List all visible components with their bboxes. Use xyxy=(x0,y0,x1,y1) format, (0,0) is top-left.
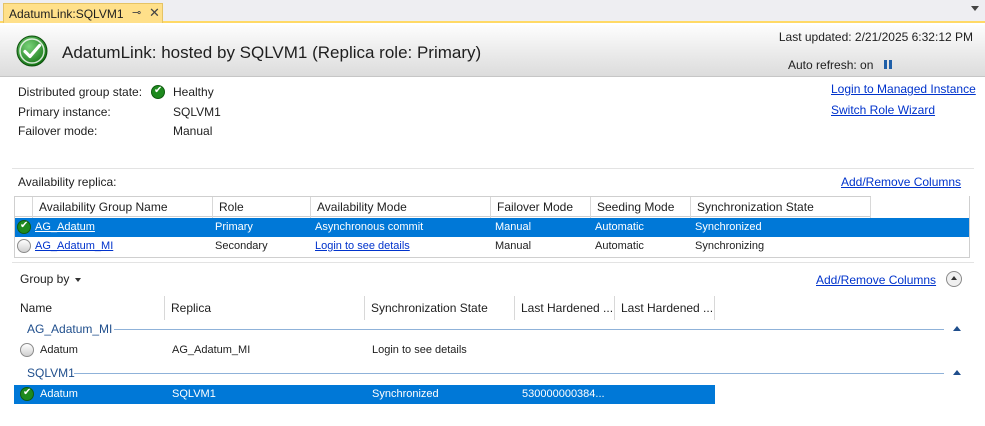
database-replica: SQLVM1 xyxy=(172,388,216,400)
replica-seeding-mode: Automatic xyxy=(595,221,644,233)
column-header-replica[interactable]: Replica xyxy=(165,296,365,320)
group-divider xyxy=(74,373,944,374)
database-row[interactable]: Adatum AG_Adatum_MI Login to see details xyxy=(14,341,715,360)
replica-failover-mode: Manual xyxy=(495,221,532,233)
replica-name-link[interactable]: AG_Adatum xyxy=(35,221,95,233)
collapse-section-icon[interactable] xyxy=(946,271,962,287)
availability-replica-grid: Availability Group Name Role Availabilit… xyxy=(14,196,970,258)
column-header-status[interactable] xyxy=(15,197,33,218)
column-header-sync-state[interactable]: Synchronization State xyxy=(691,197,871,218)
replica-sync-state: Synchronized xyxy=(695,221,762,233)
replica-seeding-mode: Automatic xyxy=(595,240,644,252)
document-tab-title: AdatumLink:SQLVM1 xyxy=(9,7,124,21)
replica-grid-header: Availability Group Name Role Availabilit… xyxy=(15,196,871,218)
close-icon[interactable]: ✕ xyxy=(149,5,160,21)
collapse-group-icon[interactable] xyxy=(953,370,961,375)
auto-refresh-text: Auto refresh: on xyxy=(788,58,874,72)
database-name: Adatum xyxy=(40,388,78,400)
document-tab-strip: AdatumLink:SQLVM1 ⊸ ✕ xyxy=(0,0,985,23)
column-header-db-sync-state[interactable]: Synchronization State xyxy=(365,296,515,320)
database-replica: AG_Adatum_MI xyxy=(172,344,251,356)
primary-instance-value: SQLVM1 xyxy=(173,105,221,119)
last-updated-text: Last updated: 2/21/2025 6:32:12 PM xyxy=(778,30,973,44)
replica-role: Secondary xyxy=(215,240,268,252)
login-managed-instance-link[interactable]: Login to Managed Instance xyxy=(831,82,976,96)
status-unknown-icon xyxy=(20,343,34,357)
failover-mode-value: Manual xyxy=(173,124,213,138)
replica-sync-state: Synchronizing xyxy=(695,240,765,252)
column-header-last-hardened-2[interactable]: Last Hardened ... xyxy=(615,296,715,320)
column-header-ag-name[interactable]: Availability Group Name xyxy=(33,197,213,218)
status-unknown-icon xyxy=(17,239,31,253)
status-ok-icon xyxy=(20,387,34,401)
column-header-failover-mode[interactable]: Failover Mode xyxy=(491,197,591,218)
column-header-role[interactable]: Role xyxy=(213,197,311,218)
column-header-availability-mode[interactable]: Availability Mode xyxy=(311,197,491,218)
failover-mode-label: Failover mode: xyxy=(18,124,98,138)
database-last-hardened-1: 530000000384... xyxy=(522,388,605,400)
distributed-state-value: Healthy xyxy=(173,85,214,99)
replica-name-link[interactable]: AG_Adatum_MI xyxy=(35,240,113,252)
status-ok-icon xyxy=(17,220,31,234)
replica-failover-mode: Manual xyxy=(495,240,532,252)
column-header-last-hardened-1[interactable]: Last Hardened ... xyxy=(515,296,615,320)
primary-instance-label: Primary instance: xyxy=(18,105,111,119)
login-to-see-details-link[interactable]: Login to see details xyxy=(315,240,410,252)
group-header-sqlvm1: SQLVM1 xyxy=(27,366,75,380)
database-sync-state: Login to see details xyxy=(372,344,467,356)
availability-replica-label: Availability replica: xyxy=(18,175,117,189)
group-divider xyxy=(114,329,944,330)
database-name: Adatum xyxy=(40,344,78,356)
group-by-dropdown[interactable]: Group by xyxy=(20,272,82,286)
database-sync-state: Synchronized xyxy=(372,388,439,400)
pin-icon[interactable]: ⊸ xyxy=(132,6,141,19)
database-grid-header: Name Replica Synchronization State Last … xyxy=(14,296,715,320)
replica-availability-mode: Asynchronous commit xyxy=(315,221,424,233)
collapse-group-icon[interactable] xyxy=(953,326,961,331)
replica-role: Primary xyxy=(215,221,253,233)
distributed-state-label: Distributed group state: xyxy=(18,85,143,99)
healthy-icon xyxy=(151,85,165,99)
group-by-label: Group by xyxy=(20,272,70,286)
replica-row[interactable]: AG_Adatum_MI Secondary Login to see deta… xyxy=(15,237,969,256)
document-tab[interactable]: AdatumLink:SQLVM1 ⊸ ✕ xyxy=(3,3,163,23)
switch-role-wizard-link[interactable]: Switch Role Wizard xyxy=(831,103,935,117)
replica-row[interactable]: AG_Adatum Primary Asynchronous commit Ma… xyxy=(15,218,969,237)
database-row[interactable]: Adatum SQLVM1 Synchronized 530000000384.… xyxy=(14,385,715,404)
chevron-down-icon xyxy=(75,277,82,282)
tab-dropdown-icon[interactable] xyxy=(971,6,979,11)
healthy-status-icon xyxy=(16,35,48,67)
pause-icon[interactable] xyxy=(884,60,892,69)
dashboard-header: AdatumLink: hosted by SQLVM1 (Replica ro… xyxy=(0,25,985,77)
replica-add-remove-columns-link[interactable]: Add/Remove Columns xyxy=(841,175,961,189)
page-title: AdatumLink: hosted by SQLVM1 (Replica ro… xyxy=(62,43,482,62)
section-divider xyxy=(12,168,974,169)
column-header-name[interactable]: Name xyxy=(14,296,165,320)
database-add-remove-columns-link[interactable]: Add/Remove Columns xyxy=(816,273,936,287)
group-header-ag-adatum-mi: AG_Adatum_MI xyxy=(27,322,113,336)
section-divider xyxy=(12,262,974,263)
column-header-seeding-mode[interactable]: Seeding Mode xyxy=(591,197,691,218)
